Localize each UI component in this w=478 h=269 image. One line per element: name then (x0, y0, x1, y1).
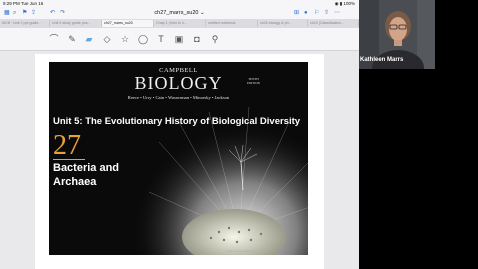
status-bar: 9:29 PM Tue Jun 16 ◉ ▮ 100% (0, 0, 359, 8)
export-icon[interactable]: ⇧ (324, 9, 329, 18)
ipad-screen: 9:29 PM Tue Jun 16 ◉ ▮ 100% ▦ ⌕ ⚑ ⇪ ↶ ↷ … (0, 0, 359, 269)
document-tabs: MCB ~Unit 2 ppt guide... Unit 5 study gu… (0, 19, 359, 28)
image-icon[interactable]: ▣ (173, 33, 185, 45)
tab-1[interactable]: Unit 5 study guide pos... (50, 20, 102, 27)
tab-5[interactable]: ch26 biology & ph... (258, 20, 308, 27)
pen-icon[interactable]: ✎ (66, 33, 78, 45)
text-icon[interactable]: T (155, 33, 167, 45)
participant-name: Kathleen Marrs (360, 57, 404, 63)
status-time-date: 9:29 PM Tue Jun 16 (3, 1, 44, 6)
slide-edition: TENTH EDITION (247, 77, 260, 85)
shape-icon[interactable]: ☆ (119, 33, 131, 45)
slide-biology: BIOLOGY (134, 73, 223, 93)
tab-4[interactable]: untitled notebook (206, 20, 258, 27)
chevron-down-icon: ⌄ (199, 10, 205, 16)
tab-0[interactable]: MCB ~Unit 2 ppt guide... (0, 20, 50, 27)
tab-active[interactable]: ch27_marrs_su20 (102, 20, 154, 27)
tab-6[interactable]: ch23 (Classification... (308, 20, 359, 27)
highlighter-icon[interactable]: ▰ (83, 33, 95, 45)
tab-3[interactable]: Chap 1 (Intro to li... (154, 20, 206, 27)
camera-icon[interactable]: ◘ (191, 33, 203, 45)
slide-image: CAMPBELL BIOLOGY TENTH EDITION Reece • Ur… (49, 62, 308, 255)
laser-pointer-icon[interactable]: ⚲ (209, 33, 221, 45)
status-battery: ◉ ▮ 100% (334, 1, 355, 6)
more-icon[interactable]: ⋯ (334, 9, 340, 18)
slide-copyright: © 2014 Pearson Education, Inc. (225, 249, 265, 253)
elements-icon[interactable]: ◯ (137, 33, 149, 45)
slide-chapter-rule (53, 159, 85, 160)
drawing-toolbar: ⌒ ✎ ▰ ◇ ☆ ◯ T ▣ ◘ ⚲ (0, 28, 359, 76)
title-bar: ▦ ⌕ ⚑ ⇪ ↶ ↷ ch27_marrs_su20 ⌄ ⊞ ● ⚐ ⇧ ⋯ (0, 8, 359, 19)
slide-unit-title: Unit 5: The Evolutionary History of Biol… (53, 116, 301, 127)
add-page-icon[interactable]: ⊞ (294, 9, 299, 18)
slide-chapter-title-line1: Bacteria and (53, 162, 120, 174)
bookmark-outline-icon[interactable]: ⚐ (314, 9, 319, 18)
slide-chapter-number: 27 (53, 130, 81, 161)
slide-authors: Reece • Urry • Cain • Wasserman • Minors… (127, 95, 230, 100)
slide-chapter-title-line2: Archaea (53, 176, 97, 188)
mic-icon[interactable]: ● (304, 9, 308, 18)
dandelion-illustration (119, 82, 308, 255)
eraser-icon[interactable]: ◇ (101, 33, 113, 45)
lasso-icon[interactable]: ⌒ (48, 33, 60, 45)
